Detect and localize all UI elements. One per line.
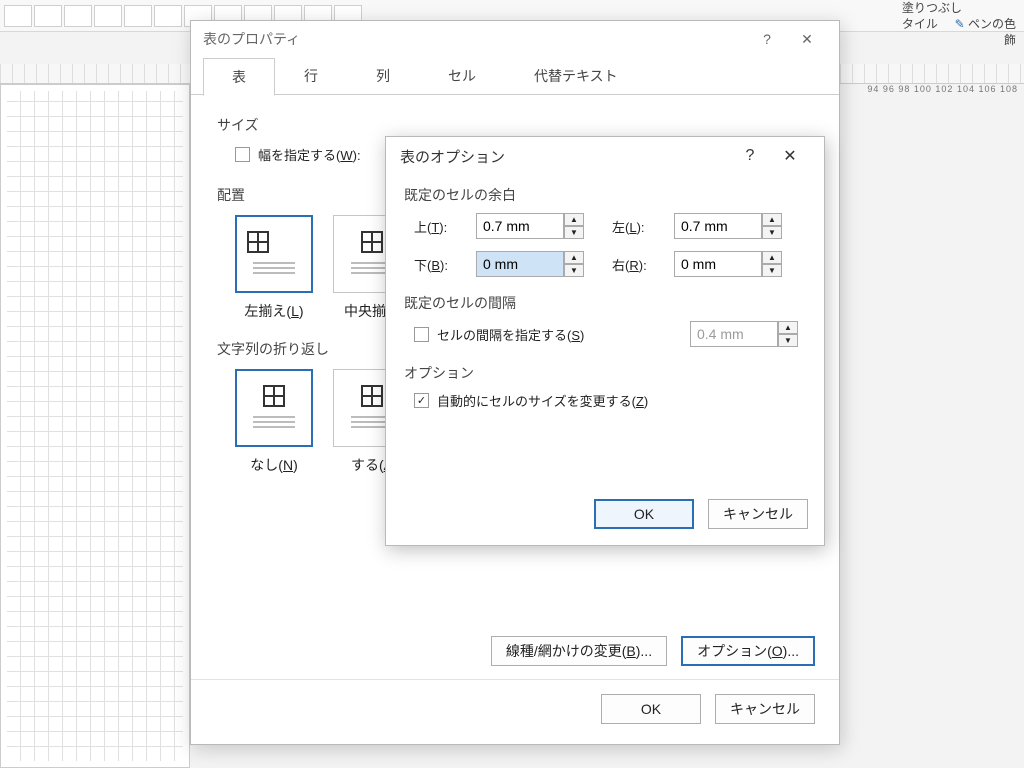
align-left-label: 左揃え(L) (235, 301, 313, 321)
wrap-none-option[interactable] (235, 369, 313, 447)
help-icon[interactable]: ? (747, 21, 787, 57)
spin-up-icon[interactable]: ▲ (762, 213, 782, 226)
spin-down-icon[interactable]: ▼ (564, 226, 584, 239)
subdialog-close-icon[interactable]: ✕ (770, 137, 810, 175)
ruler-numbers: 94 96 98 100 102 104 106 108 (867, 84, 1018, 94)
default-margins-label: 既定のセルの余白 (404, 185, 806, 205)
tab-alt-text[interactable]: 代替テキスト (505, 57, 647, 95)
spin-down-icon[interactable]: ▼ (762, 264, 782, 277)
wrap-none-label: なし(N) (235, 455, 313, 475)
tab-row[interactable]: 行 (275, 57, 347, 95)
auto-resize-checkbox[interactable]: ✓ 自動的にセルのサイズを変更する(Z) (414, 391, 648, 410)
default-spacing-label: 既定のセルの間隔 (404, 293, 806, 313)
margin-right-input[interactable]: ▲▼ (674, 251, 790, 277)
align-left-option[interactable] (235, 215, 313, 293)
borders-shading-button[interactable]: 線種/網かけの変更(B)... (491, 636, 667, 666)
cell-spacing-input[interactable]: ▲▼ (690, 321, 806, 347)
margin-top-input[interactable]: ▲▼ (476, 213, 592, 239)
spin-up-icon[interactable]: ▲ (778, 321, 798, 334)
dialog-title: 表のプロパティ (203, 29, 300, 49)
subdialog-cancel-button[interactable]: キャンセル (708, 499, 808, 529)
subdialog-ok-button[interactable]: OK (594, 499, 694, 529)
margin-left-label: 左(L): (612, 217, 668, 236)
dialog-ok-button[interactable]: OK (601, 694, 701, 724)
spin-down-icon[interactable]: ▼ (762, 226, 782, 239)
table-options-dialog: 表のオプション ? ✕ 既定のセルの余白 上(T): ▲▼ 左(L): ▲▼ 下… (385, 136, 825, 546)
subdialog-title: 表のオプション (400, 146, 505, 167)
spin-up-icon[interactable]: ▲ (762, 251, 782, 264)
options-button[interactable]: オプション(O)... (681, 636, 815, 666)
spin-up-icon[interactable]: ▲ (564, 251, 584, 264)
spin-down-icon[interactable]: ▼ (778, 334, 798, 347)
margin-top-label: 上(T): (414, 217, 470, 236)
tab-bar: 表 行 列 セル 代替テキスト (191, 57, 839, 95)
tab-col[interactable]: 列 (347, 57, 419, 95)
close-icon[interactable]: ✕ (787, 21, 827, 57)
tab-cell[interactable]: セル (419, 57, 505, 95)
margin-left-input[interactable]: ▲▼ (674, 213, 790, 239)
dialog-cancel-button[interactable]: キャンセル (715, 694, 815, 724)
margin-bottom-input[interactable]: ▲▼ (476, 251, 592, 277)
size-section-label: サイズ (217, 115, 813, 135)
specify-width-checkbox[interactable]: 幅を指定する(W): (235, 145, 361, 164)
options-group-label: オプション (404, 363, 806, 383)
cell-spacing-checkbox[interactable]: セルの間隔を指定する(S) (414, 325, 584, 344)
tab-table[interactable]: 表 (203, 58, 275, 96)
margin-right-label: 右(R): (612, 255, 668, 274)
subdialog-help-icon[interactable]: ? (730, 137, 770, 175)
spin-down-icon[interactable]: ▼ (564, 264, 584, 277)
spin-up-icon[interactable]: ▲ (564, 213, 584, 226)
ribbon-labels: 塗りつぶし タイル ✎ ペンの色 飾 (902, 0, 1016, 48)
margin-bottom-label: 下(B): (414, 255, 470, 274)
document-table-area (0, 84, 190, 768)
